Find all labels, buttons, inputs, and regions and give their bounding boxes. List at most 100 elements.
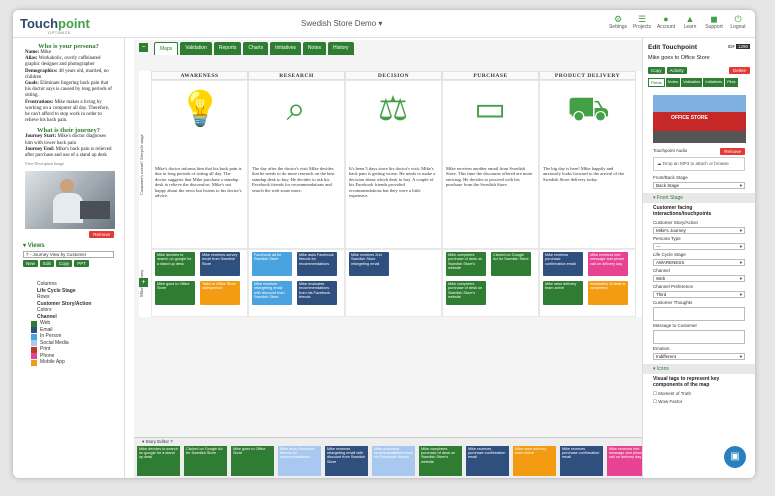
row-label-lifecycle: Customer's overall lifecycle stage bbox=[139, 134, 144, 196]
persona-type-select[interactable]: --- bbox=[653, 243, 745, 250]
icons-section[interactable]: ▾ Icons bbox=[643, 364, 755, 374]
color-swatch bbox=[31, 340, 37, 347]
story-card[interactable]: Mike goes to Office Store bbox=[231, 446, 274, 476]
copy-view-button[interactable]: Copy bbox=[55, 260, 73, 268]
delete-touchpoint-button[interactable]: Delete bbox=[728, 67, 750, 74]
views-heading: ▾ Views bbox=[23, 243, 45, 250]
touchpoint-tab-notes[interactable]: Notes bbox=[665, 78, 681, 87]
touchpoint-card[interactable]: Mike goes to Office Store bbox=[155, 281, 195, 305]
touchpoint-card[interactable]: Clicked on Google Ad for Swedish Store bbox=[491, 252, 531, 276]
front-back-label: Front/Back Stage bbox=[653, 175, 688, 180]
persona-heading: Who is your persona? bbox=[38, 43, 99, 50]
stage-description: Mike receives another email from Swedish… bbox=[446, 166, 533, 188]
tab-maps[interactable]: Maps bbox=[154, 42, 179, 55]
touchpoint-card[interactable]: Mike decides to search on google for a s… bbox=[155, 252, 195, 276]
app-window: Touchpoint OPTIMIZE Swedish Store Demo ▾… bbox=[13, 10, 755, 478]
story-editor-label[interactable]: ▾ Story Editor ? bbox=[142, 439, 173, 445]
tab-charts[interactable]: Charts bbox=[243, 42, 269, 55]
touchpoint-card[interactable]: Mike receives retargeting email with dis… bbox=[252, 281, 292, 305]
story-card[interactable]: Mike receives retargeting email with dis… bbox=[325, 446, 368, 476]
touchpoint-card[interactable]: Mike receives 2nd Swedish Store retarget… bbox=[349, 252, 389, 276]
front-stage-section[interactable]: ▾ Front Stage bbox=[643, 193, 755, 203]
tag-moment-of-truth[interactable]: ☐ Moment of Truth bbox=[643, 390, 755, 398]
story-select[interactable]: Mike's Journey bbox=[653, 227, 745, 234]
nav-settings[interactable]: ⚙ Settings bbox=[609, 14, 627, 30]
touchpoint-tab-fields[interactable]: Fields bbox=[648, 78, 665, 87]
add-row-button[interactable]: + bbox=[139, 278, 148, 287]
top-bar: Touchpoint OPTIMIZE Swedish Store Demo ▾… bbox=[13, 10, 755, 38]
touchpoint-tab-files[interactable]: Files bbox=[725, 78, 738, 87]
touchpoint-tabs: Fields Notes Validation Initiatives Files bbox=[643, 76, 755, 89]
touchpoint-card[interactable]: Mike receives purchase confirmation emai… bbox=[543, 252, 583, 276]
story-card[interactable]: Mike evaluates recommendations from his … bbox=[372, 446, 415, 476]
touchpoint-tab-initiatives[interactable]: Initiatives bbox=[703, 78, 725, 87]
touchpoint-card[interactable]: Mike sees delivery team arrive bbox=[543, 281, 583, 305]
tab-history[interactable]: History bbox=[327, 42, 354, 55]
stage-header[interactable]: PURCHASE bbox=[442, 71, 539, 80]
touchpoint-card[interactable]: Mike completes purchase of desk on Swedi… bbox=[446, 281, 486, 305]
activity-button[interactable]: Activity bbox=[666, 67, 687, 74]
stage-header[interactable]: AWARENESS bbox=[151, 71, 248, 80]
touchpoint-card[interactable]: Mike asks Facebook friends for recommend… bbox=[297, 252, 337, 276]
color-swatch bbox=[31, 359, 37, 366]
message-input[interactable] bbox=[653, 330, 745, 344]
project-title-dropdown[interactable]: Swedish Store Demo ▾ bbox=[301, 19, 382, 28]
chat-bubble-button[interactable]: ▣ bbox=[724, 446, 746, 468]
tab-reports[interactable]: Reports bbox=[213, 42, 242, 55]
emotion-select[interactable]: Indifferent bbox=[653, 353, 745, 360]
view-select[interactable]: 7 - Journey View by Customer bbox=[23, 251, 114, 259]
tag-wow-factor[interactable]: ☐ Wow Factor bbox=[643, 398, 755, 406]
story-card[interactable]: Mike decides to search on google for a s… bbox=[137, 446, 180, 476]
story-card[interactable]: Mike completes purchase of desk on Swedi… bbox=[419, 446, 462, 476]
thoughts-input[interactable] bbox=[653, 307, 745, 321]
message-label: Message to Customer bbox=[653, 323, 698, 328]
journey-heading: What is their journey? bbox=[37, 127, 100, 135]
stage-header[interactable]: DECISION bbox=[345, 71, 442, 80]
copy-touchpoint-button[interactable]: Copy bbox=[648, 67, 665, 74]
touchpoint-card[interactable]: Installation of desk is completed bbox=[588, 281, 628, 305]
map-tabs: Maps Validation Reports Charts Initiatives No… bbox=[154, 42, 354, 55]
view-description-image-link[interactable]: View Description Image bbox=[13, 161, 124, 167]
stage-header[interactable]: RESEARCH bbox=[248, 71, 345, 80]
journey-details: Journey Start: Mike's doctor diagnoses h… bbox=[25, 134, 112, 159]
front-back-select[interactable]: Back Stage bbox=[653, 182, 745, 189]
stage-description: The big day is here! Mike happily and an… bbox=[543, 166, 625, 182]
story-card[interactable]: Clicked on Google Ad for Swedish Store bbox=[184, 446, 227, 476]
nav-logout[interactable]: ⏻ Logout bbox=[729, 14, 747, 30]
channel-select[interactable]: Web bbox=[653, 275, 745, 282]
touchpoint-name[interactable]: Mike goes to Office Store bbox=[643, 51, 755, 65]
touchpoint-tab-validation[interactable]: Validation bbox=[681, 78, 703, 87]
ppt-export-button[interactable]: PPT bbox=[74, 260, 90, 268]
story-card[interactable]: Mike receives purchase confirmation emai… bbox=[560, 446, 603, 476]
story-card[interactable]: Mike receives purchase confirmation emai… bbox=[466, 446, 509, 476]
collapse-toggle[interactable]: − bbox=[139, 43, 148, 52]
nav-support[interactable]: ◼ Support bbox=[705, 14, 723, 30]
touchpoint-card[interactable]: Mike evaluates recommendations from his … bbox=[297, 281, 337, 305]
tab-validation[interactable]: Validation bbox=[180, 42, 212, 55]
stage-header[interactable]: PRODUCT DELIVERY bbox=[539, 71, 636, 80]
touchpoint-card[interactable]: Talks to Office Store salesperson bbox=[200, 281, 240, 305]
remove-photo-button[interactable]: Remove bbox=[89, 231, 114, 239]
bulb-icon: 💡 bbox=[179, 90, 222, 128]
touchpoint-card[interactable]: Mike receives survey email from Swedish … bbox=[200, 252, 240, 276]
stage-description: It's been 5 days since his doctor's visi… bbox=[349, 166, 436, 199]
channel-pref-select[interactable]: Third bbox=[653, 291, 745, 298]
nav-projects[interactable]: ☰ Projects bbox=[633, 14, 651, 30]
touchpoint-card[interactable]: Facebook ad for Swedish Store bbox=[252, 252, 292, 276]
nav-learn[interactable]: ▲ Learn bbox=[681, 14, 699, 30]
logo[interactable]: Touchpoint bbox=[20, 16, 90, 31]
new-view-button[interactable]: New bbox=[23, 260, 39, 268]
remove-audio-button[interactable]: Remove bbox=[720, 148, 745, 155]
lifecycle-select[interactable]: AWARENESS bbox=[653, 259, 745, 266]
channel-pref-label: Channel Preference bbox=[653, 284, 694, 289]
tab-notes[interactable]: Notes bbox=[302, 42, 326, 55]
audio-drop-zone[interactable]: ☁ Drop an MP3 to attach or browse bbox=[653, 157, 745, 171]
touchpoint-card[interactable]: Mike completes purchase of desk on Swedi… bbox=[446, 252, 486, 276]
nav-account[interactable]: ● Account bbox=[657, 14, 675, 30]
edit-view-button[interactable]: Edit bbox=[40, 260, 54, 268]
story-card[interactable]: Mike asks Facebook friends for recommend… bbox=[278, 446, 321, 476]
tab-initiatives[interactable]: Initiatives bbox=[270, 42, 301, 55]
graduation-icon: ▲ bbox=[685, 14, 695, 24]
story-card[interactable]: Mike sees delivery team arrive bbox=[513, 446, 556, 476]
touchpoint-card[interactable]: Mike receives text message and phone cal… bbox=[588, 252, 628, 276]
